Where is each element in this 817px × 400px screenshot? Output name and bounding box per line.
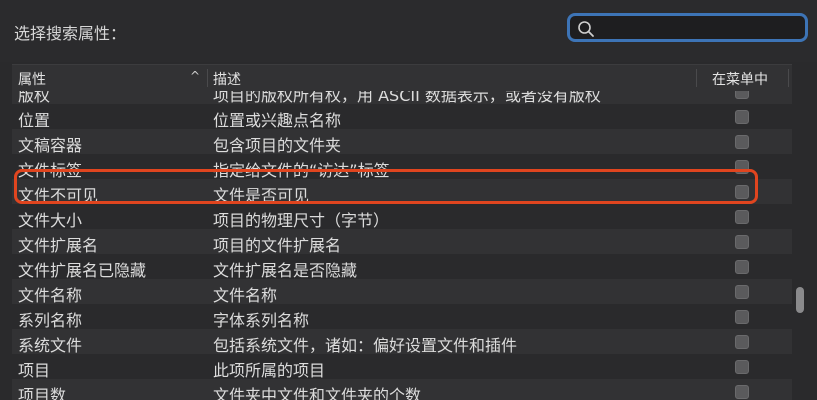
attribute-description: 字体系列名称: [213, 311, 310, 330]
scrollbar-thumb[interactable]: [796, 287, 804, 313]
search-input[interactable]: [600, 18, 804, 40]
sort-ascending-icon[interactable]: ^: [190, 69, 200, 83]
attribute-name: 项目数: [18, 386, 67, 400]
attribute-table: 版权 项目的版权所有权，用 ASCII 数据表示，或者没有版权位置 位置或兴趣点名称…: [12, 91, 792, 400]
attribute-name: 文件扩展名已隐藏: [18, 261, 147, 280]
attribute-name: 文件大小: [18, 211, 83, 230]
attribute-name: 文稿容器: [18, 136, 83, 155]
attribute-name: 系列名称: [18, 311, 83, 330]
highlight-box: [14, 169, 758, 204]
table-row[interactable]: 版权 项目的版权所有权，用 ASCII 数据表示，或者没有版权: [12, 91, 792, 105]
in-menu-checkbox[interactable]: [735, 335, 749, 349]
table-row[interactable]: 系列名称 字体系列名称: [12, 304, 792, 330]
attribute-name: 文件扩展名: [18, 236, 99, 255]
in-menu-checkbox[interactable]: [735, 210, 749, 224]
attribute-description: 项目的文件扩展名: [213, 236, 342, 255]
in-menu-checkbox[interactable]: [735, 285, 749, 299]
search-icon: [577, 20, 595, 38]
attribute-description: 项目的物理尺寸（字节）: [213, 211, 390, 230]
in-menu-checkbox[interactable]: [735, 360, 749, 374]
in-menu-checkbox[interactable]: [735, 110, 749, 124]
in-menu-checkbox[interactable]: [735, 91, 749, 99]
in-menu-checkbox[interactable]: [735, 235, 749, 249]
attribute-description: 文件夹中文件和文件夹的个数: [213, 386, 422, 400]
column-header-attribute[interactable]: 属性: [18, 69, 198, 89]
search-field[interactable]: [567, 13, 808, 42]
attribute-description: 此项所属的项目: [213, 361, 326, 380]
column-header-description[interactable]: 描述: [213, 69, 241, 89]
attribute-description: 包含项目的文件夹: [213, 136, 342, 155]
column-header-in-menu[interactable]: 在菜单中: [712, 69, 768, 89]
prompt-label: 选择搜索属性：: [14, 24, 127, 43]
table-row[interactable]: 文件名称 文件名称: [12, 279, 792, 305]
in-menu-checkbox[interactable]: [735, 310, 749, 324]
table-row[interactable]: 项目 此项所属的项目: [12, 354, 792, 380]
attribute-description: 文件扩展名是否隐藏: [213, 261, 358, 280]
table-row[interactable]: 位置 位置或兴趣点名称: [12, 104, 792, 130]
attribute-name: 文件名称: [18, 286, 83, 305]
in-menu-checkbox[interactable]: [735, 385, 749, 399]
attribute-name: 项目: [18, 361, 51, 380]
column-divider[interactable]: [788, 69, 789, 87]
attribute-name: 系统文件: [18, 336, 83, 355]
column-divider[interactable]: [696, 69, 697, 87]
scrollbar-track[interactable]: [792, 91, 812, 400]
table-row[interactable]: 文稿容器 包含项目的文件夹: [12, 129, 792, 155]
table-row[interactable]: 文件大小 项目的物理尺寸（字节）: [12, 204, 792, 230]
table-header: 属性 ^ 描述 在菜单中: [12, 64, 792, 92]
table-row[interactable]: 项目数 文件夹中文件和文件夹的个数: [12, 379, 792, 400]
table-row[interactable]: 文件扩展名 项目的文件扩展名: [12, 229, 792, 255]
attribute-name: 位置: [18, 111, 51, 130]
top-bar: 选择搜索属性：: [0, 0, 817, 62]
attribute-description: 位置或兴趣点名称: [213, 111, 342, 130]
table-row[interactable]: 文件扩展名已隐藏 文件扩展名是否隐藏: [12, 254, 792, 280]
in-menu-checkbox[interactable]: [735, 260, 749, 274]
in-menu-checkbox[interactable]: [735, 135, 749, 149]
attribute-description: 包括系统文件，诸如：偏好设置文件和插件: [213, 336, 518, 355]
column-divider[interactable]: [207, 69, 208, 87]
table-row[interactable]: 系统文件 包括系统文件，诸如：偏好设置文件和插件: [12, 329, 792, 355]
attribute-description: 文件名称: [213, 286, 278, 305]
